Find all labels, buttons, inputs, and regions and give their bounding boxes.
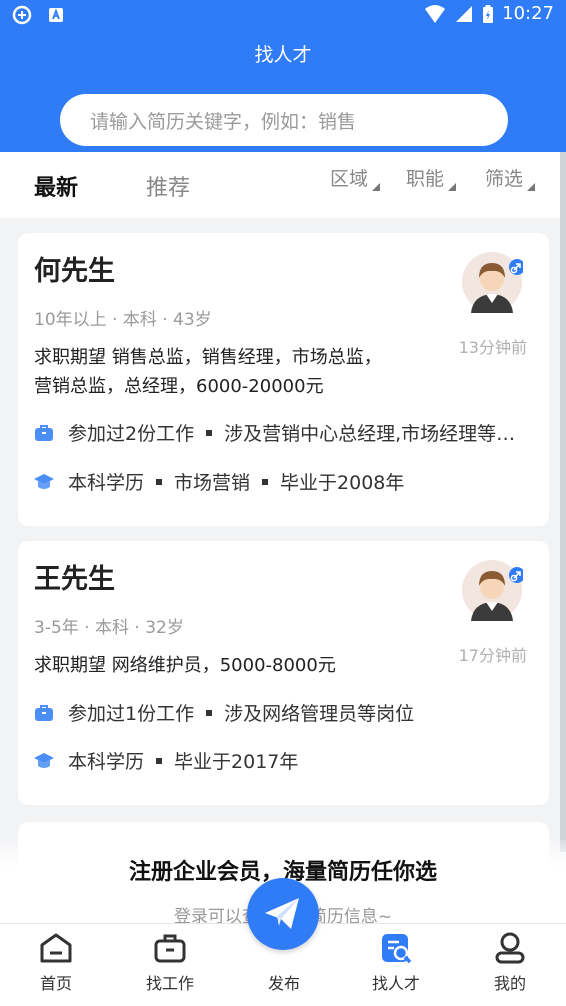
clock: 10:27: [502, 3, 554, 24]
dropdown-triangle-icon: [372, 183, 381, 191]
job-expectation: 求职期望 销售总监，销售经理，市场总监， 营销总监，总经理，6000-20000…: [34, 343, 382, 401]
nav-home[interactable]: 首页: [16, 932, 96, 994]
posted-time: 13分钟前: [458, 338, 527, 357]
briefcase-icon: [35, 704, 53, 721]
filter-region[interactable]: 区域: [330, 164, 381, 191]
avatar: [462, 252, 523, 313]
search-input[interactable]: 请输入简历关键字，例如：销售: [60, 94, 508, 146]
job-expectation-line: 营销总监，总经理，6000-20000元: [34, 376, 324, 397]
education-graduation: 毕业于2008年: [280, 472, 405, 494]
filter-function-label: 职能: [406, 168, 445, 190]
separator: [206, 709, 213, 716]
work-experience: 参加过1份工作 涉及网络管理员等岗位: [34, 699, 414, 726]
tab-recommended[interactable]: 推荐: [146, 170, 190, 202]
candidate-name: 何先生: [34, 256, 115, 287]
scrollbar[interactable]: [560, 152, 566, 852]
work-experience: 参加过2份工作 涉及营销中心总经理,市场经理等…: [34, 419, 515, 446]
avatar: [462, 560, 523, 621]
education: 本科学历 毕业于2017年: [34, 747, 298, 774]
work-roles: 涉及网络管理员等岗位: [224, 703, 415, 725]
candidate-meta: 10年以上 · 本科 · 43岁: [34, 310, 212, 330]
status-bar: 10:27: [0, 0, 566, 30]
a-notification-icon: [49, 8, 63, 22]
resume-card[interactable]: 王先生 3-5年 · 本科 · 32岁 17分钟前 求职期望 网络维护员，500…: [18, 541, 549, 805]
nav-mine[interactable]: 我的: [470, 932, 550, 994]
nav-find-talent[interactable]: 找人才: [356, 932, 436, 994]
work-roles: 涉及营销中心总经理,市场经理等…: [224, 423, 516, 445]
education-major: 市场营销: [174, 472, 251, 494]
graduation-cap-icon: [34, 473, 54, 489]
tab-latest[interactable]: 最新: [34, 170, 78, 202]
dropdown-triangle-icon: [527, 183, 536, 191]
publish-button[interactable]: [247, 878, 319, 950]
candidate-name: 王先生: [34, 564, 115, 595]
job-expectation-line: 求职期望 销售总监，销售经理，市场总监，: [34, 347, 382, 368]
nav-find-job-label: 找工作: [145, 974, 194, 993]
filter-function[interactable]: 职能: [406, 164, 457, 191]
header: 10:27 找人才 请输入简历关键字，例如：销售: [0, 0, 566, 152]
education-graduation: 毕业于2017年: [174, 751, 299, 773]
home-icon: [40, 933, 72, 963]
job-expectation: 求职期望 网络维护员，5000-8000元: [34, 651, 336, 680]
dropdown-triangle-icon: [448, 183, 457, 191]
user-icon: [495, 932, 525, 964]
tabs-bar: 最新 推荐 区域 职能 筛选: [0, 152, 566, 218]
nav-home-label: 首页: [39, 974, 72, 993]
page-title: 找人才: [254, 44, 312, 66]
wifi-icon: [425, 4, 446, 23]
job-expectation-line: 求职期望 网络维护员，5000-8000元: [34, 655, 336, 676]
work-count: 参加过1份工作: [68, 703, 195, 725]
talent-search-icon: [382, 934, 412, 964]
work-count: 参加过2份工作: [68, 423, 195, 445]
separator: [156, 757, 163, 764]
separator: [262, 478, 269, 485]
filter-region-label: 区域: [330, 168, 369, 190]
separator: [206, 429, 213, 436]
signal-icon: [456, 5, 473, 22]
send-icon: [265, 898, 299, 929]
filter-more-label: 筛选: [485, 168, 524, 190]
nav-mine-label: 我的: [493, 974, 526, 993]
posted-time: 17分钟前: [458, 646, 527, 665]
search-placeholder: 请输入简历关键字，例如：销售: [90, 111, 357, 133]
nav-find-talent-label: 找人才: [371, 974, 420, 993]
briefcase-icon: [154, 934, 186, 963]
battery-icon: [483, 4, 494, 23]
graduation-cap-icon: [34, 752, 54, 768]
separator: [156, 478, 163, 485]
education: 本科学历 市场营销 毕业于2008年: [34, 468, 404, 495]
education-degree: 本科学历: [68, 472, 145, 494]
education-degree: 本科学历: [68, 751, 145, 773]
candidate-meta: 3-5年 · 本科 · 32岁: [34, 618, 184, 638]
nav-publish-label: 发布: [267, 974, 300, 993]
nav-find-job[interactable]: 找工作: [130, 932, 210, 994]
resume-card[interactable]: 何先生 10年以上 · 本科 · 43岁 13分钟前 求职期望 销售总监，销售经…: [18, 233, 549, 526]
app-notification-icon: [12, 5, 32, 25]
filter-more[interactable]: 筛选: [485, 164, 536, 191]
briefcase-icon: [35, 424, 53, 441]
